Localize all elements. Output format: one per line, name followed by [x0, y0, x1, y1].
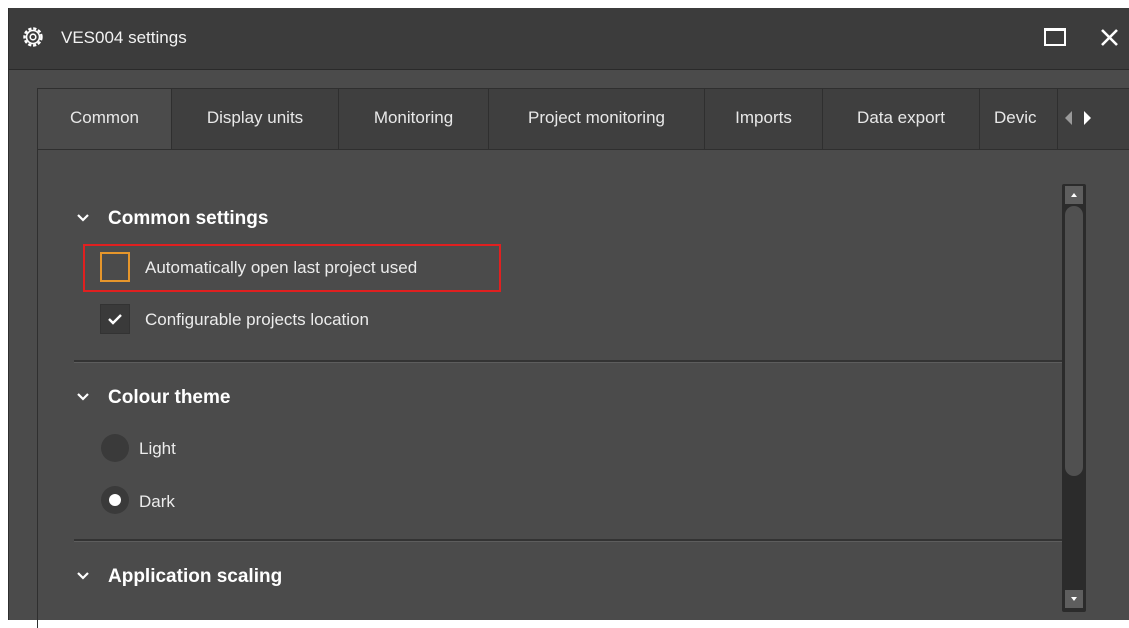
- section-title: Application scaling: [108, 566, 283, 587]
- tab-scroll-left-button[interactable]: [1062, 108, 1076, 128]
- scroll-down-button[interactable]: [1065, 590, 1083, 608]
- triangle-up-icon: [1071, 193, 1077, 197]
- gear-icon: [23, 27, 43, 47]
- settings-window: VES004 settings Common Display units Mon…: [8, 8, 1129, 628]
- section-title: Colour theme: [108, 387, 231, 408]
- triangle-right-icon: [1084, 111, 1091, 125]
- triangle-left-icon: [1065, 111, 1072, 125]
- theme-light-radio[interactable]: [101, 434, 129, 462]
- tab-project-monitoring[interactable]: Project monitoring: [489, 89, 705, 149]
- projects-location-checkbox[interactable]: [100, 304, 130, 334]
- maximize-button[interactable]: [1041, 24, 1071, 52]
- theme-light-label[interactable]: Light: [139, 439, 176, 459]
- window-title: VES004 settings: [61, 28, 187, 47]
- maximize-icon: [1044, 28, 1066, 46]
- vertical-scrollbar[interactable]: [1062, 184, 1086, 612]
- tab-monitoring[interactable]: Monitoring: [339, 89, 489, 149]
- theme-dark-radio[interactable]: [101, 486, 129, 514]
- chevron-down-icon: [77, 572, 89, 580]
- close-icon: [1101, 29, 1118, 46]
- auto-open-checkbox[interactable]: [100, 252, 130, 282]
- auto-open-label[interactable]: Automatically open last project used: [145, 258, 417, 278]
- theme-dark-label[interactable]: Dark: [139, 492, 175, 512]
- projects-location-label[interactable]: Configurable projects location: [145, 310, 369, 330]
- checkmark-icon: [108, 314, 122, 325]
- tab-common[interactable]: Common: [38, 89, 172, 149]
- scroll-up-button[interactable]: [1065, 186, 1083, 204]
- chevron-down-icon: [77, 214, 89, 222]
- tab-scroll-right-button[interactable]: [1080, 108, 1094, 128]
- tab-devices[interactable]: Devic: [980, 89, 1058, 149]
- tab-imports[interactable]: Imports: [705, 89, 823, 149]
- settings-panel: Common Display units Monitoring Project …: [37, 88, 1129, 628]
- close-button[interactable]: [1095, 24, 1125, 52]
- scroll-thumb[interactable]: [1065, 206, 1083, 476]
- radio-selected-dot: [109, 494, 121, 506]
- tab-display-units[interactable]: Display units: [172, 89, 339, 149]
- section-divider: [74, 539, 1068, 542]
- section-title: Common settings: [108, 208, 269, 229]
- title-bar[interactable]: VES004 settings: [9, 8, 1129, 70]
- tab-data-export[interactable]: Data export: [823, 89, 980, 149]
- tab-strip: Common Display units Monitoring Project …: [38, 89, 1129, 150]
- section-divider: [74, 360, 1068, 363]
- triangle-down-icon: [1071, 597, 1077, 601]
- chevron-down-icon: [77, 393, 89, 401]
